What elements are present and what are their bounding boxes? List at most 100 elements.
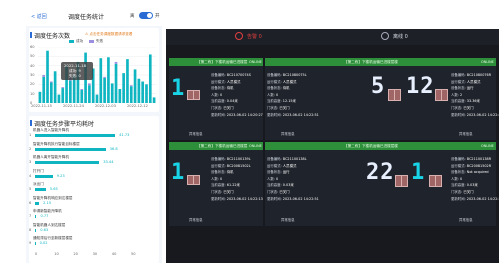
alarm-count[interactable]: 告警 0: [247, 33, 262, 40]
step-value: 2.15: [43, 200, 52, 205]
bar-success[interactable]: [95, 94, 99, 103]
step-bar[interactable]: [35, 215, 37, 218]
x-tick-label: 30: [92, 252, 98, 256]
bar-success[interactable]: [148, 54, 152, 103]
bar-success[interactable]: [49, 82, 53, 103]
door-right-icon: [193, 90, 200, 100]
step-bar[interactable]: [35, 242, 36, 245]
field-row: 运行模式: BC20081502L: [211, 163, 251, 168]
panel-header: 【第二栋】下楼机运输已进楼层楼 ONLINE: [265, 58, 496, 66]
bar-success[interactable]: [145, 84, 148, 103]
bar-fail[interactable]: [42, 75, 46, 77]
panel-status: ONLINE: [481, 60, 494, 64]
bar-fail[interactable]: [61, 87, 65, 89]
field-value: BC21100138L: [282, 157, 307, 161]
elevator-panel-3[interactable]: 【第二栋】下楼机运输已进楼层 ONLINE 1 设备编码: BC21100139…: [169, 142, 263, 226]
field-value: 已关门: [463, 106, 474, 110]
bar-success[interactable]: [152, 97, 156, 103]
bar-success[interactable]: [110, 83, 114, 103]
task-count-chart[interactable]: [38, 47, 156, 103]
bar-success[interactable]: [133, 69, 137, 103]
step-value: 9.23: [56, 173, 65, 178]
field-row: 更新时间: 2023-06-02 14:22:51: [267, 112, 319, 117]
panel-header: 【第二栋】下楼机运输已进楼层 ONLINE: [169, 142, 263, 150]
field-row: 当前高度: 0.03米: [267, 182, 294, 187]
bar-fail[interactable]: [103, 76, 106, 78]
step-bar[interactable]: [35, 201, 40, 205]
bar-success[interactable]: [38, 91, 42, 103]
step-bar[interactable]: [35, 188, 46, 191]
bar-fail[interactable]: [49, 81, 53, 83]
tooltip-fail: 失败: 0: [69, 74, 81, 78]
panel-footer-right[interactable]: 异常信息: [459, 217, 473, 222]
bar-success[interactable]: [114, 63, 118, 103]
bar-success[interactable]: [122, 73, 125, 103]
step-value: 0.02: [39, 241, 48, 245]
bar-fail[interactable]: [80, 89, 84, 90]
bar-fail[interactable]: [114, 61, 118, 64]
x-tick-label: 2022-11-24: [63, 104, 84, 108]
bar-success[interactable]: [99, 58, 103, 103]
legend-success-label: 成功: [76, 39, 84, 43]
bar-fail[interactable]: [88, 83, 91, 86]
field-value: 待机: [282, 86, 290, 91]
field-value: 人员模式: [282, 163, 297, 168]
field-row: 运行模式: BC20081502R: [451, 163, 491, 168]
bar-success[interactable]: [137, 78, 141, 103]
bar-success[interactable]: [118, 89, 122, 103]
toggle-knob: [147, 13, 152, 18]
elevator-panel-1[interactable]: 【第二栋】下楼机运输已进楼层 ONLINE 1 设备编码: BC21070074…: [169, 58, 263, 140]
step-bar[interactable]: [35, 228, 37, 232]
toggle-left-label: 离: [130, 14, 135, 19]
step-bar[interactable]: [35, 134, 116, 137]
step-bar[interactable]: [35, 147, 106, 151]
bar-success[interactable]: [107, 57, 110, 103]
bar-success[interactable]: [88, 85, 91, 103]
elevator-panel-4[interactable]: 【第二栋】下楼机运输已进楼层楼 ONLINE 设备编码: BC21100138L…: [265, 142, 499, 226]
field-row: 人数: 2: [451, 92, 462, 97]
step-value: 41.73: [119, 133, 130, 137]
step-value: 33.44: [103, 160, 114, 164]
bar-success[interactable]: [46, 50, 49, 103]
bar-success[interactable]: [42, 76, 46, 103]
field-row: 人数: 0: [211, 176, 222, 181]
field-key: 运行模式:: [267, 163, 283, 168]
bar-success[interactable]: [103, 77, 106, 103]
back-button[interactable]: < 返回: [31, 13, 47, 20]
offline-count[interactable]: 离线 0: [393, 33, 408, 40]
x-tick-label: 2022-12-03: [95, 104, 116, 108]
toggle-right-label: 开: [155, 14, 160, 19]
panel-title: 【第二栋】下楼机运输已进楼层楼: [344, 60, 398, 64]
panel-footer-left[interactable]: 异常信息: [281, 217, 295, 222]
bar-success[interactable]: [61, 88, 65, 103]
field-key: 门状态:: [211, 190, 224, 194]
bar-success[interactable]: [80, 89, 84, 103]
bar-success[interactable]: [129, 86, 133, 103]
panel-footer-left[interactable]: 异常信息: [281, 131, 295, 136]
step-bar[interactable]: [35, 161, 100, 164]
y-tick-label: 10: [30, 91, 35, 96]
field-value: BC21100138R: [466, 157, 492, 161]
panel-title: 【第二栋】下楼机运输已进楼层: [197, 60, 248, 64]
bar-success[interactable]: [69, 80, 72, 103]
bar-success[interactable]: [141, 81, 145, 103]
door-right-icon: [401, 175, 408, 187]
panel-footer[interactable]: 异常信息: [189, 217, 203, 222]
field-row: 门状态: 已关门: [267, 189, 290, 194]
field-value: 待机: [226, 170, 234, 175]
field-row: 设备状态: 运行: [451, 85, 474, 90]
bar-success[interactable]: [126, 59, 129, 103]
field-key: 运行模式:: [211, 79, 227, 84]
field-key: 人数:: [211, 176, 221, 181]
panel-footer[interactable]: 异常信息: [189, 131, 203, 136]
field-value: 2023-06-02 14:22:13: [226, 196, 263, 201]
step-bar[interactable]: [35, 174, 53, 178]
field-key: 设备编码:: [267, 157, 283, 161]
field-value: 61.22米: [226, 183, 240, 188]
bar-success[interactable]: [57, 94, 61, 103]
bar-success[interactable]: [53, 71, 57, 103]
elevator-panel-2[interactable]: 【第二栋】下楼机运输已进楼层楼 ONLINE 设备编码: BC21080075L…: [265, 58, 499, 140]
field-row: 人数: 0: [267, 176, 278, 181]
bar-fail[interactable]: [129, 85, 133, 87]
panel-footer-right[interactable]: 异常信息: [459, 131, 473, 136]
